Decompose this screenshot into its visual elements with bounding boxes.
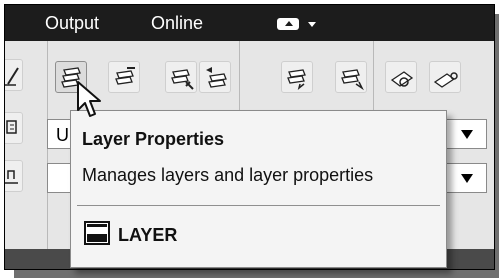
layer-lock-icon <box>390 71 414 87</box>
layer-lock-button[interactable] <box>385 61 417 93</box>
menu-online[interactable]: Online <box>151 13 203 34</box>
tooltip-title: Layer Properties <box>82 129 225 149</box>
workspace-menu-button[interactable] <box>277 15 325 33</box>
layer-states-icon <box>115 67 135 85</box>
previous-layer-button[interactable] <box>199 61 231 93</box>
tooltip-separator <box>77 205 440 206</box>
tooltip-command-name: LAYER <box>118 225 178 245</box>
layer-states-button[interactable] <box>108 61 140 93</box>
menu-output[interactable]: Output <box>45 13 99 34</box>
previous-layer-icon <box>206 67 227 88</box>
pencil-icon <box>5 67 19 86</box>
layer-link-icon <box>6 120 17 134</box>
layer-walk-button[interactable] <box>335 61 367 93</box>
layer-walk-icon <box>341 69 364 91</box>
layer-merge-icon <box>5 170 18 184</box>
dropdown-arrow-icon <box>461 174 473 183</box>
layer-bulb-icon <box>433 72 458 88</box>
layer-link-tool[interactable] <box>5 112 23 144</box>
layer-command-icon <box>84 221 110 245</box>
arrow-cursor-icon <box>77 81 101 117</box>
layer-dropdown-value: U <box>56 125 69 145</box>
match-layer-button[interactable] <box>165 61 197 93</box>
workspace-tile-icon <box>277 18 299 30</box>
layer-merge-tool[interactable] <box>5 160 23 192</box>
menu-bar: Output Online <box>5 5 494 41</box>
match-layer-icon <box>171 69 194 90</box>
tooltip-description: Manages layers and layer properties <box>82 165 374 185</box>
layer-properties-tooltip: Layer Properties Manages layers and laye… <box>70 110 447 268</box>
layer-isolate-button[interactable] <box>281 61 313 93</box>
layer-isolate-icon <box>287 69 306 90</box>
chevron-down-icon <box>308 22 316 27</box>
edit-line-tool[interactable] <box>5 59 23 91</box>
dropdown-arrow-icon <box>461 130 473 139</box>
layer-bulb-button[interactable] <box>429 61 461 93</box>
